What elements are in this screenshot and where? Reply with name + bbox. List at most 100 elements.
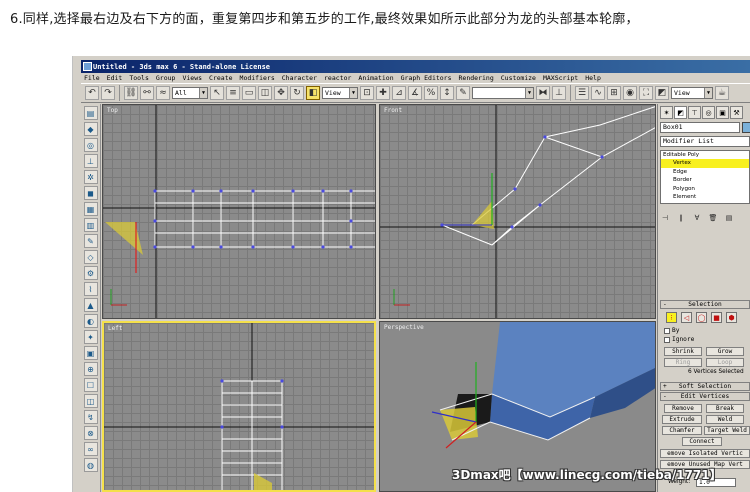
- menu-customize[interactable]: Customize: [501, 74, 536, 82]
- select-link-icon[interactable]: ⛓: [124, 86, 138, 100]
- render-view-dropdown[interactable]: View ▼: [671, 87, 713, 99]
- stack-item-editable-poly[interactable]: Editable Poly: [661, 151, 749, 159]
- tool-icon-12[interactable]: ⌇: [83, 282, 98, 296]
- menu-edit[interactable]: Edit: [107, 74, 123, 82]
- break-button[interactable]: Break: [706, 404, 744, 413]
- loop-button[interactable]: Loop: [706, 358, 744, 367]
- tool-icon-13[interactable]: ▲: [83, 298, 98, 312]
- spinner-snap-icon[interactable]: ↕: [440, 86, 454, 100]
- stack-item-polygon[interactable]: Polygon: [661, 185, 749, 193]
- chamfer-button[interactable]: Chamfer: [662, 426, 702, 435]
- render-type-icon[interactable]: ◩: [655, 86, 669, 100]
- tool-icon-10[interactable]: ◇: [83, 250, 98, 264]
- stack-item-edge[interactable]: Edge: [661, 168, 749, 176]
- hierarchy-tab-icon[interactable]: ⊤: [688, 106, 701, 119]
- select-manipulate-icon[interactable]: ✚: [376, 86, 390, 100]
- menu-tools[interactable]: Tools: [129, 74, 149, 82]
- scale-icon[interactable]: ◧: [306, 86, 320, 100]
- snaps-toggle-icon[interactable]: ⊿: [392, 86, 406, 100]
- shrink-button[interactable]: Shrink: [664, 347, 702, 356]
- modify-tab-icon[interactable]: ◩: [674, 106, 687, 119]
- undo-icon[interactable]: ↶: [85, 86, 99, 100]
- tool-icon-2[interactable]: ◆: [83, 122, 98, 136]
- menu-maxscript[interactable]: MAXScript: [543, 74, 578, 82]
- tool-icon-22[interactable]: ∞: [83, 442, 98, 456]
- named-selection-dropdown[interactable]: ▼: [472, 87, 534, 99]
- schematic-view-icon[interactable]: ⊞: [607, 86, 621, 100]
- tool-icon-9[interactable]: ✎: [83, 234, 98, 248]
- tool-icon-18[interactable]: ☐: [83, 378, 98, 392]
- menu-animation[interactable]: Animation: [358, 74, 393, 82]
- connect-button[interactable]: Connect: [682, 437, 722, 446]
- align-icon[interactable]: ⊥: [552, 86, 566, 100]
- remove-modifier-icon[interactable]: 🗑: [708, 212, 718, 223]
- tool-icon-17[interactable]: ⊕: [83, 362, 98, 376]
- ring-button[interactable]: Ring: [664, 358, 702, 367]
- show-end-result-icon[interactable]: ∥: [676, 212, 686, 223]
- edit-named-selection-icon[interactable]: ✎: [456, 86, 470, 100]
- configure-sets-icon[interactable]: ▤: [724, 212, 734, 223]
- ignore-backfacing-checkbox[interactable]: Ignore: [664, 336, 694, 343]
- display-tab-icon[interactable]: ▣: [716, 106, 729, 119]
- mirror-icon[interactable]: ⧓: [536, 86, 550, 100]
- tool-icon-8[interactable]: ▥: [83, 218, 98, 232]
- menu-help[interactable]: Help: [585, 74, 601, 82]
- menu-group[interactable]: Group: [156, 74, 176, 82]
- tool-icon-1[interactable]: ▤: [83, 106, 98, 120]
- window-crossing-icon[interactable]: ◫: [258, 86, 272, 100]
- viewport-front[interactable]: Front: [379, 104, 656, 319]
- extrude-button[interactable]: Extrude: [662, 415, 702, 424]
- tool-icon-15[interactable]: ✦: [83, 330, 98, 344]
- object-name-field[interactable]: Box01: [660, 122, 740, 133]
- grow-button[interactable]: Grow: [706, 347, 744, 356]
- vertex-level-icon[interactable]: ⁝: [666, 312, 677, 323]
- layer-manager-icon[interactable]: ☰: [575, 86, 589, 100]
- tool-icon-20[interactable]: ↯: [83, 410, 98, 424]
- menu-rendering[interactable]: Rendering: [459, 74, 494, 82]
- menu-character[interactable]: Character: [282, 74, 317, 82]
- render-scene-icon[interactable]: ⛶: [639, 86, 653, 100]
- edge-level-icon[interactable]: ◁: [681, 312, 692, 323]
- menu-create[interactable]: Create: [209, 74, 232, 82]
- make-unique-icon[interactable]: ∀: [692, 212, 702, 223]
- curve-editor-icon[interactable]: ∿: [591, 86, 605, 100]
- tool-icon-6[interactable]: ◼: [83, 186, 98, 200]
- bind-space-warp-icon[interactable]: ≈: [156, 86, 170, 100]
- pivot-center-icon[interactable]: ⊡: [360, 86, 374, 100]
- tool-icon-5[interactable]: ✲: [83, 170, 98, 184]
- utilities-tab-icon[interactable]: ⚒: [730, 106, 743, 119]
- tool-icon-19[interactable]: ◫: [83, 394, 98, 408]
- tool-icon-16[interactable]: ▣: [83, 346, 98, 360]
- stack-item-border[interactable]: Border: [661, 176, 749, 184]
- element-level-icon[interactable]: ⬢: [726, 312, 737, 323]
- tool-icon-23[interactable]: ◍: [83, 458, 98, 472]
- pin-stack-icon[interactable]: ⊣: [660, 212, 670, 223]
- stack-item-vertex[interactable]: Vertex: [661, 159, 749, 168]
- remove-button[interactable]: Remove: [664, 404, 702, 413]
- menu-modifiers[interactable]: Modifiers: [240, 74, 275, 82]
- selection-filter-dropdown[interactable]: All ▼: [172, 87, 208, 99]
- viewport-left[interactable]: Left: [102, 321, 376, 492]
- weld-button[interactable]: Weld: [706, 415, 744, 424]
- unlink-icon[interactable]: ⚯: [140, 86, 154, 100]
- select-object-icon[interactable]: ↖: [210, 86, 224, 100]
- menu-file[interactable]: File: [84, 74, 100, 82]
- stack-item-element[interactable]: Element: [661, 193, 749, 201]
- tool-icon-4[interactable]: ⊥: [83, 154, 98, 168]
- polygon-level-icon[interactable]: ■: [711, 312, 722, 323]
- viewport-top[interactable]: Top: [102, 104, 376, 319]
- reference-coordinate-dropdown[interactable]: View ▼: [322, 87, 358, 99]
- percent-snap-icon[interactable]: %: [424, 86, 438, 100]
- tool-icon-14[interactable]: ◐: [83, 314, 98, 328]
- rectangle-region-icon[interactable]: ▭: [242, 86, 256, 100]
- soft-selection-rollout-header[interactable]: + Soft Selection: [660, 382, 750, 391]
- redo-icon[interactable]: ↷: [101, 86, 115, 100]
- menu-views[interactable]: Views: [182, 74, 202, 82]
- target-weld-button[interactable]: Target Weld: [704, 426, 750, 435]
- border-level-icon[interactable]: ◯: [696, 312, 707, 323]
- object-color-swatch[interactable]: [742, 122, 750, 133]
- menu-reactor[interactable]: reactor: [324, 74, 351, 82]
- modifier-list-dropdown[interactable]: Modifier List: [660, 136, 750, 147]
- edit-vertices-rollout-header[interactable]: - Edit Vertices: [660, 392, 750, 401]
- tool-icon-7[interactable]: ▦: [83, 202, 98, 216]
